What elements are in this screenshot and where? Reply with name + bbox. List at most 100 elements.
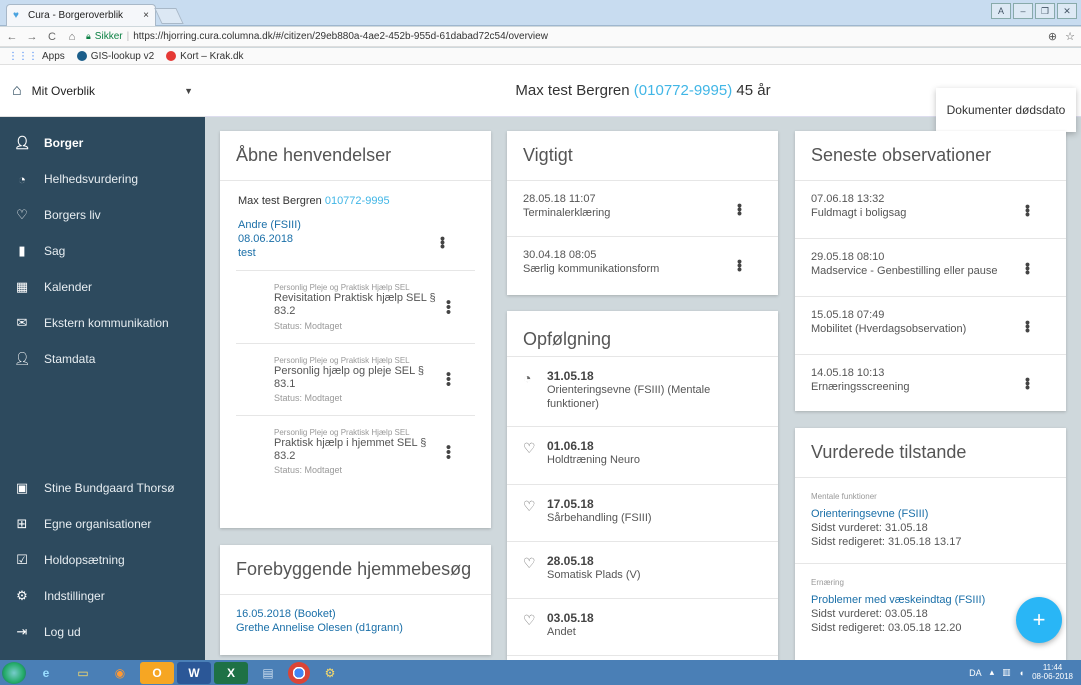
sidebar-item-log-ud[interactable]: ⇥ Log ud bbox=[0, 614, 205, 650]
card-title: Opfølgning bbox=[507, 311, 778, 357]
team-calendar-icon: ☑ bbox=[16, 552, 28, 567]
more-options-icon[interactable]: ••• bbox=[434, 236, 451, 248]
volume-icon[interactable]: ◖ bbox=[1019, 668, 1024, 678]
list-item[interactable]: Personlig Pleje og Praktisk Hjælp SEL Pr… bbox=[236, 416, 475, 487]
excel-icon[interactable]: X bbox=[214, 661, 248, 684]
list-item[interactable]: 07.06.18 13:32 Fuldmagt i boligsag ••• bbox=[795, 181, 1066, 239]
forebyggende-card: Forebyggende hjemmebesøg 16.05.2018 (Boo… bbox=[220, 545, 491, 655]
sidebar-item-user[interactable]: ▣ Stine Bundgaard Thorsø bbox=[0, 470, 205, 506]
citizen-name-link[interactable]: Max test Bergren bbox=[238, 195, 322, 207]
calendar-icon: ▦ bbox=[15, 279, 29, 294]
minimize-icon[interactable]: – bbox=[1013, 3, 1033, 19]
more-options-icon[interactable]: ••• bbox=[441, 300, 457, 315]
folder-icon: ▮ bbox=[18, 243, 26, 258]
bookmark-krak[interactable]: Kort – Krak.dk bbox=[166, 51, 244, 62]
sidebar-item-sag[interactable]: ▮ Sag bbox=[0, 233, 205, 269]
browser-tab[interactable]: ♥ Cura - Borgeroverblik × bbox=[6, 4, 156, 26]
chrome-icon[interactable] bbox=[288, 661, 310, 684]
list-item[interactable]: 29.05.18 08:10 Madservice - Genbestillin… bbox=[795, 239, 1066, 297]
url-input[interactable]: 🔒︎ Sikker | https://hjorring.cura.column… bbox=[86, 29, 1040, 45]
sidebar-item-helhedsvurdering[interactable]: ◔ Helhedsvurdering bbox=[0, 161, 205, 197]
word-icon[interactable]: W bbox=[177, 661, 211, 684]
more-options-icon[interactable]: ••• bbox=[731, 203, 748, 215]
heart-icon: ♡ bbox=[523, 555, 536, 571]
list-item[interactable]: ♡ 01.06.18 Holdtræning Neuro bbox=[507, 427, 778, 485]
ie-icon[interactable]: e bbox=[29, 662, 63, 684]
tab-close-icon[interactable]: × bbox=[143, 10, 149, 21]
mit-overblik-dropdown[interactable]: ⌂ Mit Overblik ▼ bbox=[0, 65, 205, 117]
sidebar-item-egne-organisationer[interactable]: ⊞ Egne organisationer bbox=[0, 506, 205, 542]
citizen-age: 45 år bbox=[736, 82, 771, 99]
calculator-icon[interactable]: ▤ bbox=[251, 662, 285, 684]
sidebar-item-borger[interactable]: 👤︎ Borger bbox=[0, 125, 205, 161]
sidebar-item-stamdata[interactable]: 👤︎ Stamdata bbox=[0, 341, 205, 377]
language-indicator[interactable]: DA bbox=[969, 668, 982, 678]
outlook-icon[interactable]: O bbox=[140, 661, 174, 684]
media-icon[interactable]: ◉ bbox=[103, 662, 137, 684]
home-icon: ⌂ bbox=[12, 81, 22, 99]
sidebar-item-indstillinger[interactable]: ⚙ Indstillinger bbox=[0, 578, 205, 614]
forward-icon[interactable]: → bbox=[26, 31, 38, 43]
start-icon[interactable] bbox=[2, 661, 26, 684]
dokumenter-doddato-button[interactable]: Dokumenter dødsdato bbox=[936, 88, 1076, 132]
sidebar-item-kalender[interactable]: ▦ Kalender bbox=[0, 269, 205, 305]
caret-down-icon: ▼ bbox=[184, 85, 193, 96]
list-item[interactable]: Mentale funktioner Orienteringsevne (FSI… bbox=[795, 478, 1066, 564]
henvendelse-row[interactable]: Andre (FSIII) 08.06.2018 test ••• bbox=[220, 213, 491, 270]
more-options-icon[interactable]: ••• bbox=[441, 372, 457, 387]
id-card-icon: ▣ bbox=[15, 480, 29, 495]
gis-icon bbox=[76, 51, 87, 61]
back-icon[interactable]: ← bbox=[6, 31, 18, 43]
home-icon[interactable]: ⌂ bbox=[66, 31, 78, 43]
bookmarks-bar: ⋮⋮⋮ Apps GIS-lookup v2 Kort – Krak.dk bbox=[0, 48, 1081, 65]
maximize-icon[interactable]: ❐ bbox=[1035, 3, 1055, 19]
list-item[interactable]: ♡ 28.05.18 Somatisk Plads (V) bbox=[507, 542, 778, 599]
clock[interactable]: 11:44 08-06-2018 bbox=[1032, 663, 1073, 682]
star-icon[interactable]: ☆ bbox=[1065, 30, 1075, 43]
list-item[interactable]: 14.05.18 10:13 Ernæringsscreening ••• bbox=[795, 355, 1066, 411]
more-options-icon[interactable]: ••• bbox=[1019, 262, 1036, 274]
bookmark-gis[interactable]: GIS-lookup v2 bbox=[76, 51, 154, 62]
browser-titlebar: ♥ Cura - Borgeroverblik × A – ❐ ✕ bbox=[0, 0, 1081, 26]
network-icon[interactable]: ▥ bbox=[1002, 667, 1011, 678]
list-item[interactable]: ♡ 17.05.18 Sårbehandling (FSIII) bbox=[507, 485, 778, 542]
heart-icon: ♡ bbox=[16, 207, 28, 222]
reload-icon[interactable]: C bbox=[46, 31, 58, 43]
url-text: https://hjorring.cura.columna.dk/#/citiz… bbox=[133, 31, 548, 42]
user-icon[interactable]: A bbox=[991, 3, 1011, 19]
more-options-icon[interactable]: ••• bbox=[441, 444, 457, 459]
address-bar: ← → C ⌂ 🔒︎ Sikker | https://hjorring.cur… bbox=[0, 27, 1081, 47]
list-item[interactable]: 15.05.18 07:49 Mobilitet (Hverdagsobserv… bbox=[795, 297, 1066, 355]
forebyggende-row[interactable]: 16.05.2018 (Booket) Grethe Annelise Oles… bbox=[220, 595, 491, 648]
add-button[interactable]: + bbox=[1016, 597, 1062, 643]
card-title: Vurderede tilstande bbox=[795, 428, 1066, 478]
zoom-icon[interactable]: ⊕ bbox=[1048, 30, 1057, 43]
circle-arrows-icon: ◔ bbox=[523, 370, 532, 386]
explorer-icon[interactable]: ▭ bbox=[66, 662, 100, 684]
list-item[interactable]: ♡ 03.05.18 Andet bbox=[507, 599, 778, 656]
citizen-cpr-link[interactable]: 010772-9995 bbox=[325, 195, 390, 207]
list-item[interactable]: Personlig Pleje og Praktisk Hjælp SEL Pe… bbox=[236, 344, 475, 416]
tab-title: Cura - Borgeroverblik bbox=[28, 10, 124, 21]
logout-icon: ⇥ bbox=[16, 624, 28, 639]
more-options-icon[interactable]: ••• bbox=[1019, 377, 1036, 389]
list-item[interactable]: Personlig Pleje og Praktisk Hjælp SEL Re… bbox=[236, 271, 475, 344]
bookmark-apps[interactable]: ⋮⋮⋮ Apps bbox=[8, 51, 65, 62]
mail-icon: ✉ bbox=[16, 315, 28, 330]
list-item[interactable]: 30.04.18 08:05 Særlig kommunikationsform… bbox=[507, 237, 778, 293]
more-options-icon[interactable]: ••• bbox=[1019, 320, 1036, 332]
sidebar-item-borgers-liv[interactable]: ♡ Borgers liv bbox=[0, 197, 205, 233]
more-options-icon[interactable]: ••• bbox=[1019, 204, 1036, 216]
tray-arrow-icon[interactable]: ▴ bbox=[990, 667, 995, 678]
list-item[interactable]: ◔ 31.05.18 Orienteringsevne (FSIII) (Ment… bbox=[507, 357, 778, 427]
card-title: Forebyggende hjemmebesøg bbox=[220, 545, 491, 595]
sidebar-item-ekstern-kommunikation[interactable]: ✉ Ekstern kommunikation bbox=[0, 305, 205, 341]
close-icon[interactable]: ✕ bbox=[1057, 3, 1077, 19]
app-icon[interactable]: ⚙ bbox=[313, 662, 347, 684]
new-tab-button[interactable] bbox=[154, 8, 184, 24]
gear-icon: ⚙ bbox=[16, 588, 28, 603]
heart-icon: ♡ bbox=[523, 498, 536, 514]
sidebar-item-holdopsaetning[interactable]: ☑ Holdopsætning bbox=[0, 542, 205, 578]
list-item[interactable]: 28.05.18 11:07 Terminalerklæring ••• bbox=[507, 181, 778, 237]
more-options-icon[interactable]: ••• bbox=[731, 259, 748, 271]
